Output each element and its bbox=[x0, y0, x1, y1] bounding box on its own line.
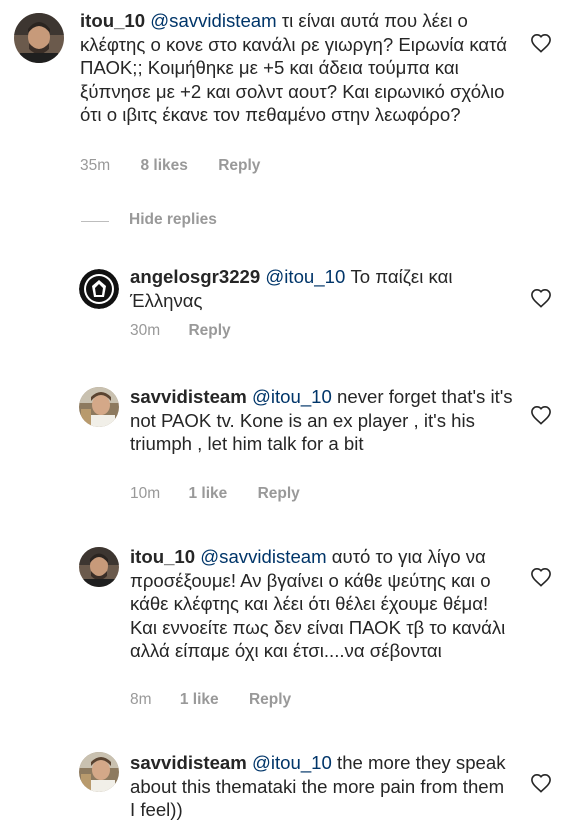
comment-mention[interactable]: @savvidisteam bbox=[200, 546, 326, 567]
heart-outline-icon[interactable] bbox=[530, 33, 552, 53]
comment-time: 10m bbox=[130, 485, 161, 502]
reply-comment: savvidisteam @itou_10 never forget that'… bbox=[0, 375, 581, 515]
comment-meta: 8m 1 like Reply bbox=[130, 691, 291, 709]
comment-likes[interactable]: 1 like bbox=[188, 485, 227, 503]
comment-username[interactable]: itou_10 bbox=[130, 546, 195, 567]
comment-meta: 35m 8 likes Reply bbox=[80, 157, 260, 175]
heart-outline-icon[interactable] bbox=[530, 288, 552, 308]
comment-time: 35m bbox=[80, 157, 111, 174]
avatar[interactable] bbox=[79, 269, 119, 309]
comment-body: angelosgr3229 @itou_10 Το παίζει και Έλλ… bbox=[130, 265, 520, 312]
reply-comment: angelosgr3229 @itou_10 Το παίζει και Έλλ… bbox=[0, 255, 581, 355]
comment-meta: 10m 1 like Reply bbox=[130, 485, 300, 503]
comment-time: 30m bbox=[130, 322, 161, 339]
comment-username[interactable]: savvidisteam bbox=[130, 752, 247, 773]
reply-comment: savvidisteam @itou_10 the more they spea… bbox=[0, 740, 581, 820]
comment-username[interactable]: angelosgr3229 bbox=[130, 266, 260, 287]
heart-outline-icon[interactable] bbox=[530, 567, 552, 587]
comment-body: itou_10 @savvidisteam τι είναι αυτά που … bbox=[80, 9, 525, 127]
comment-likes[interactable]: 8 likes bbox=[140, 157, 187, 175]
comment-mention[interactable]: @itou_10 bbox=[252, 386, 332, 407]
heart-outline-icon[interactable] bbox=[530, 405, 552, 425]
comment-text: τι είναι αυτά που λέει ο κλέφτης ο κονε … bbox=[80, 10, 508, 125]
heart-outline-icon[interactable] bbox=[530, 773, 552, 793]
reply-button[interactable]: Reply bbox=[249, 691, 291, 709]
comment-mention[interactable]: @savvidisteam bbox=[150, 10, 276, 31]
avatar[interactable] bbox=[79, 387, 119, 427]
reply-button[interactable]: Reply bbox=[188, 322, 230, 340]
comment-username[interactable]: savvidisteam bbox=[130, 386, 247, 407]
reply-button[interactable]: Reply bbox=[218, 157, 260, 175]
comment-mention[interactable]: @itou_10 bbox=[252, 752, 332, 773]
comment-likes[interactable]: 1 like bbox=[180, 691, 219, 709]
comment-meta: 30m Reply bbox=[130, 322, 231, 340]
avatar[interactable] bbox=[14, 13, 64, 63]
divider bbox=[81, 221, 109, 222]
comment: itou_10 @savvidisteam τι είναι αυτά που … bbox=[0, 0, 581, 190]
comment-body: savvidisteam @itou_10 never forget that'… bbox=[130, 385, 514, 456]
comment-time: 8m bbox=[130, 691, 152, 708]
comment-username[interactable]: itou_10 bbox=[80, 10, 145, 31]
reply-button[interactable]: Reply bbox=[258, 485, 300, 503]
comment-body: itou_10 @savvidisteam αυτό το για λίγο ν… bbox=[130, 545, 520, 663]
avatar[interactable] bbox=[79, 752, 119, 792]
avatar[interactable] bbox=[79, 547, 119, 587]
comment-body: savvidisteam @itou_10 the more they spea… bbox=[130, 751, 514, 822]
reply-comment: itou_10 @savvidisteam αυτό το για λίγο ν… bbox=[0, 535, 581, 715]
comment-mention[interactable]: @itou_10 bbox=[265, 266, 345, 287]
hide-replies-button[interactable]: Hide replies bbox=[129, 211, 217, 229]
